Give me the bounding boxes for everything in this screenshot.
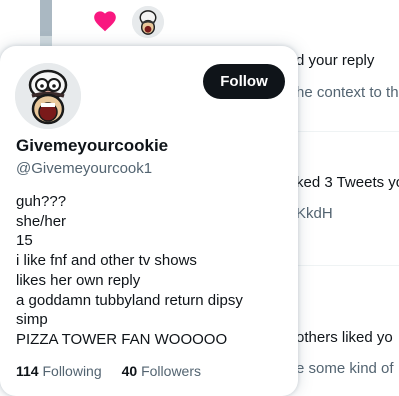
user-handle[interactable]: @Givemeyourcook1 (16, 160, 152, 177)
profile-avatar[interactable] (15, 63, 81, 129)
feed-text: d your reply (296, 52, 375, 69)
bio-line: simp (16, 311, 48, 329)
following-label: Following (42, 363, 102, 379)
liker-avatar[interactable] (132, 6, 164, 38)
following-link[interactable]: 114 Following (16, 363, 102, 379)
followers-count: 40 (121, 363, 138, 379)
feed-text: ked 3 Tweets yo (296, 174, 399, 191)
thread-connector-top (40, 0, 52, 36)
follow-button[interactable]: Follow (203, 64, 285, 99)
follow-stats: 114 Following 40 Followers (16, 363, 201, 379)
feed-text: KkdH (296, 205, 333, 222)
bio-line: likes her own reply (16, 271, 141, 289)
profile-bio: guh??? she/her 15 i like fnf and other t… (16, 192, 286, 350)
heart-icon (94, 11, 116, 32)
feed-text: others liked yo (296, 329, 393, 346)
bio-line: i like fnf and other tv shows (16, 252, 197, 270)
profile-hover-card: Follow Givemeyourcookie @Givemeyourcook1… (0, 46, 298, 396)
bio-line: 15 (16, 232, 33, 250)
display-name[interactable]: Givemeyourcookie (16, 136, 168, 156)
bio-line: she/her (16, 212, 67, 230)
feed-text: e some kind of (296, 360, 394, 377)
followers-label: Followers (141, 363, 201, 379)
followers-link[interactable]: 40 Followers (122, 363, 201, 379)
bio-line: a goddamn tubbyland return dipsy (16, 291, 243, 309)
bio-line: PIZZA TOWER FAN WOOOOO (16, 330, 228, 348)
bio-line: guh??? (16, 193, 67, 210)
feed-text: he context to th (296, 84, 399, 101)
following-count: 114 (16, 363, 39, 379)
